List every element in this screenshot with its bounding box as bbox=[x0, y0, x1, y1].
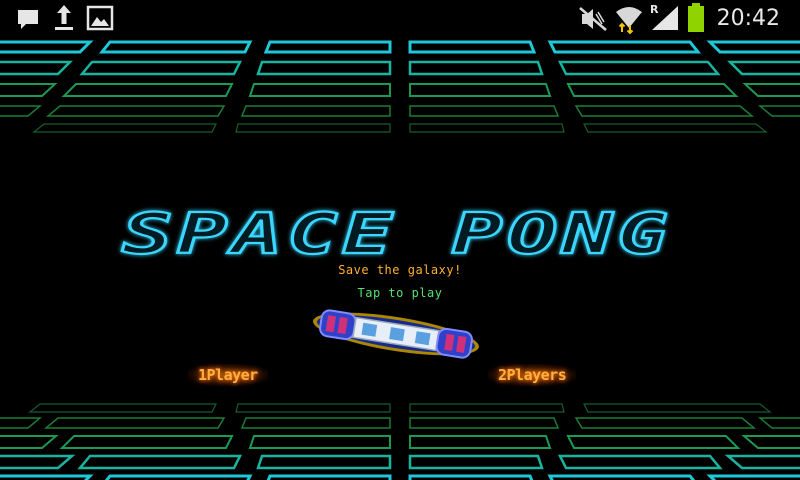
chat-notification-icon bbox=[18, 10, 38, 29]
paddle-ship bbox=[312, 309, 480, 359]
tagline: Save the galaxy! bbox=[338, 263, 462, 277]
signal-icon bbox=[652, 6, 678, 30]
tap-to-play-prompt[interactable]: Tap to play bbox=[0, 286, 800, 300]
image-icon bbox=[86, 5, 114, 31]
battery-icon bbox=[688, 3, 704, 32]
game-canvas[interactable]: SPACE PONG Save the galaxy! Tap to play bbox=[0, 38, 800, 480]
game-title-text: SPACE PONG bbox=[122, 203, 672, 263]
wifi-icon bbox=[616, 7, 642, 35]
status-bar: R 20:42 bbox=[0, 0, 800, 38]
upload-icon bbox=[55, 5, 73, 30]
game-title: SPACE PONG bbox=[121, 203, 672, 263]
one-player-button[interactable]: 1Player bbox=[188, 364, 268, 386]
two-players-button[interactable]: 2Players bbox=[488, 364, 577, 386]
game-screen[interactable]: R 20:42 SPACE PONG Save the galaxy! Tap … bbox=[0, 0, 800, 480]
mute-icon bbox=[579, 7, 607, 31]
status-clock: 20:42 bbox=[716, 6, 780, 31]
